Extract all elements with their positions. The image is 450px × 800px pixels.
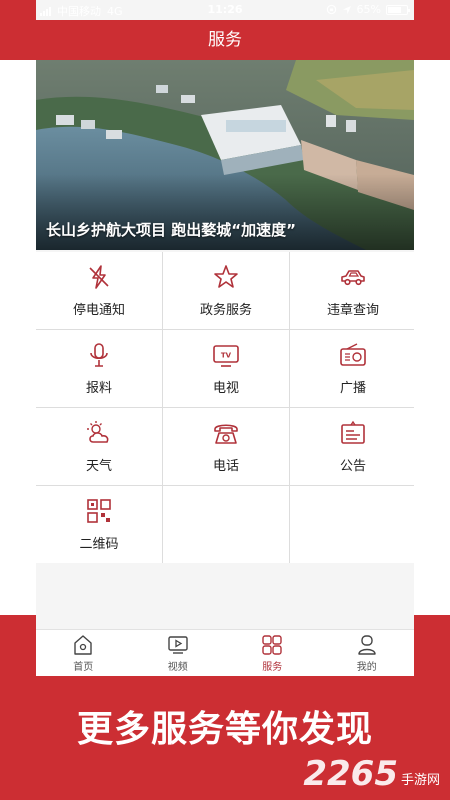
microphone-icon [90, 343, 108, 367]
nav-bar: 服务 [36, 20, 414, 60]
service-label: 天气 [85, 459, 112, 474]
service-weather[interactable]: 天气 [36, 408, 162, 485]
service-government[interactable]: 政务服务 [163, 252, 289, 329]
watermark: 2265 手游网 [303, 754, 440, 794]
tab-label: 视频 [167, 661, 188, 673]
service-label: 停电通知 [72, 303, 125, 318]
page-title: 服务 [208, 30, 242, 50]
service-label: 违章查询 [326, 303, 379, 318]
tab-profile[interactable]: 我的 [320, 630, 415, 676]
service-phone[interactable]: 电话 [163, 408, 289, 485]
watermark-number: 2265 [303, 754, 398, 794]
rotation-lock-icon [326, 4, 336, 15]
status-bar: 中国移动 4G 11:26 65% [36, 0, 414, 20]
promo-slogan: 更多服务等你发现 [76, 709, 373, 750]
service-power-outage[interactable]: 停电通知 [36, 252, 162, 329]
service-notice[interactable]: 公告 [290, 408, 414, 485]
service-radio[interactable]: 广播 [290, 330, 414, 407]
tab-video[interactable]: 视频 [131, 630, 226, 676]
service-label: 二维码 [79, 537, 119, 552]
tab-label: 服务 [262, 661, 283, 673]
radio-icon [340, 343, 366, 366]
battery-percent: 65% [356, 3, 381, 16]
tab-home[interactable]: 首页 [36, 630, 131, 676]
service-label: 广播 [339, 381, 366, 396]
video-icon [168, 635, 188, 654]
weather-icon [87, 421, 109, 443]
service-label: 报料 [85, 381, 112, 396]
tab-label: 我的 [356, 661, 377, 673]
empty-cell [290, 486, 414, 563]
banner-caption: 长山乡护航大项目 跑出婺城“加速度” [46, 221, 296, 239]
svg-text:TV: TV [221, 352, 232, 360]
notice-icon [341, 420, 365, 444]
car-icon [341, 270, 365, 286]
tv-icon: TV [213, 345, 239, 367]
phone-screen: 中国移动 4G 11:26 65% 服务 长山乡护航大项目 跑出婺城“加速度” … [36, 0, 414, 676]
service-label: 公告 [339, 459, 366, 474]
tab-services[interactable]: 服务 [225, 630, 320, 676]
empty-cell [163, 486, 289, 563]
home-icon [74, 634, 92, 655]
service-qr-code[interactable]: 二维码 [36, 486, 162, 563]
qr-code-icon [87, 499, 111, 523]
tab-label: 首页 [73, 661, 94, 673]
news-banner[interactable]: 长山乡护航大项目 跑出婺城“加速度” [36, 60, 414, 250]
service-label: 电视 [212, 381, 239, 396]
service-tv[interactable]: TV 电视 [163, 330, 289, 407]
bottom-tab-bar: 首页 视频 服务 我的 [36, 629, 414, 676]
status-right: 65% [326, 3, 410, 16]
service-tipoff[interactable]: 报料 [36, 330, 162, 407]
profile-icon [358, 634, 376, 655]
star-icon [214, 265, 238, 288]
service-label: 政务服务 [199, 303, 252, 318]
location-icon [342, 5, 351, 14]
power-outage-icon [89, 265, 109, 289]
service-label: 电话 [212, 459, 239, 474]
services-icon [262, 634, 282, 655]
battery-icon [386, 4, 410, 15]
telephone-icon [214, 424, 238, 444]
watermark-text: 手游网 [400, 773, 440, 788]
service-violation-query[interactable]: 违章查询 [290, 252, 414, 329]
services-grid: 停电通知 政务服务 违章查询 报料 TV 电视 广播 天气 电话 公告 二维码 [36, 252, 414, 563]
